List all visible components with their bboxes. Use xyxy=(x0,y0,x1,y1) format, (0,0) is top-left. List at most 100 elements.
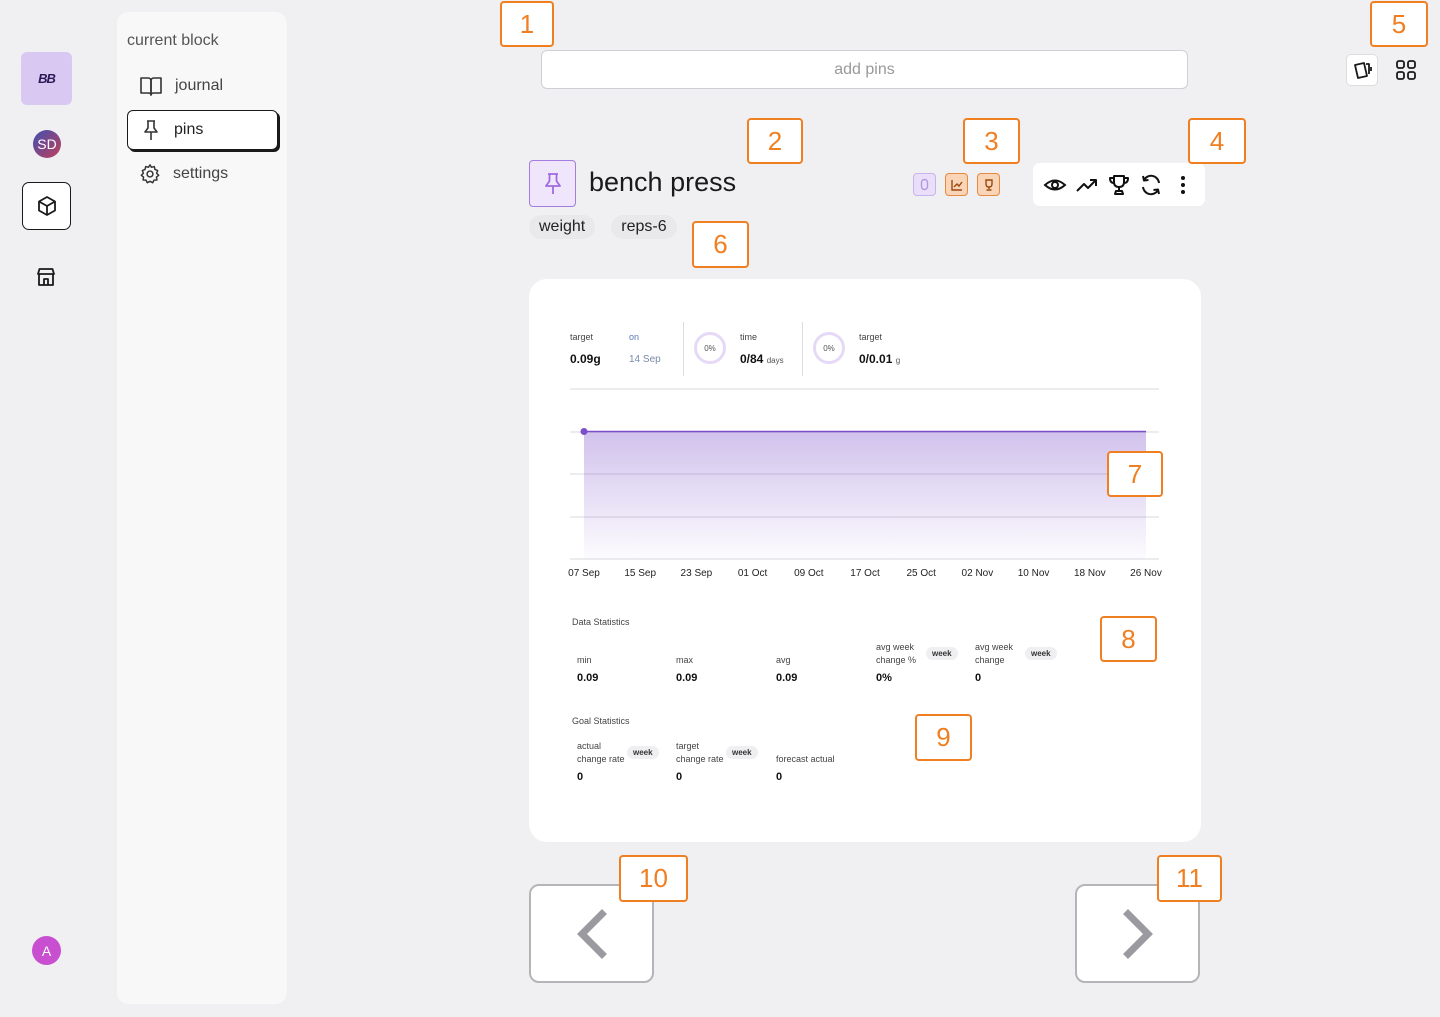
week-badge[interactable]: week xyxy=(926,647,958,660)
pin-tags: weight reps-6 xyxy=(529,215,677,239)
x-tick-label: 25 Oct xyxy=(906,568,936,579)
tag-chip[interactable]: reps-6 xyxy=(611,215,677,239)
annotation-marker: 9 xyxy=(915,714,972,761)
pin-card: target 0.09g on 14 Sep 0% time 0/84 days… xyxy=(529,279,1201,842)
target-change-rate-value: 0 xyxy=(676,771,683,783)
label-line: change % xyxy=(876,655,917,665)
sidebar-item-label: pins xyxy=(174,121,204,138)
avg-week-change-percent-label: avg week change % xyxy=(876,641,916,667)
label-line: change rate xyxy=(577,754,625,764)
annotation-marker: 7 xyxy=(1107,451,1163,497)
add-pins-input[interactable]: add pins xyxy=(541,50,1188,89)
x-tick-label: 23 Sep xyxy=(681,568,713,579)
annotation-marker: 6 xyxy=(692,221,749,268)
x-tick-label: 02 Nov xyxy=(962,568,994,579)
chart-badge-icon xyxy=(950,179,963,191)
week-badge[interactable]: week xyxy=(726,746,758,759)
annotation-marker: 2 xyxy=(747,118,803,164)
label-line: target xyxy=(676,741,700,751)
trend-icon[interactable] xyxy=(1075,173,1099,197)
max-value: 0.09 xyxy=(676,672,698,684)
avg-week-change-percent-value: 0% xyxy=(876,672,892,684)
series-area xyxy=(584,431,1146,559)
data-statistics-title: Data Statistics xyxy=(572,617,630,627)
eye-icon[interactable] xyxy=(1043,173,1067,197)
x-tick-label: 18 Nov xyxy=(1074,568,1106,579)
trophy-icon[interactable] xyxy=(1107,173,1131,197)
tag-chip[interactable]: weight xyxy=(529,215,596,239)
grid-icon xyxy=(1396,60,1416,80)
label-line: change xyxy=(975,655,1005,665)
card-view-button[interactable] xyxy=(1346,54,1378,86)
left-rail: BB SD A xyxy=(0,0,92,1017)
blocks-button[interactable] xyxy=(22,182,71,230)
label-line: avg week xyxy=(975,642,1014,652)
avg-label: avg xyxy=(776,655,791,665)
chevron-right-icon xyxy=(1122,908,1153,959)
trophy-badge[interactable] xyxy=(977,173,1000,196)
data-point xyxy=(580,428,588,435)
sidebar-item-journal[interactable]: journal xyxy=(127,66,278,106)
max-label: max xyxy=(676,655,694,665)
workspace-avatar[interactable]: SD xyxy=(33,130,61,158)
pin-icon xyxy=(144,120,158,140)
x-tick-label: 17 Oct xyxy=(850,568,880,579)
refresh-icon[interactable] xyxy=(1139,173,1163,197)
pin-title: bench press xyxy=(589,167,737,197)
cards-icon xyxy=(1354,62,1372,79)
avg-week-change-label: avg week change xyxy=(975,641,1013,667)
sidebar-item-label: settings xyxy=(173,165,229,182)
label-line: actual xyxy=(577,741,602,751)
annotation-marker: 4 xyxy=(1188,118,1246,164)
sidebar-item-settings[interactable]: settings xyxy=(127,154,278,194)
target-change-rate-label: target change rate xyxy=(676,740,724,766)
forecast-actual-value: 0 xyxy=(776,771,783,783)
pin-badges xyxy=(913,173,1000,196)
user-avatar[interactable]: A xyxy=(32,936,61,965)
progress-chart: 07 Sep 15 Sep 23 Sep 01 Oct 09 Oct 17 Oct 25 O… xyxy=(568,388,1162,579)
x-tick-label: 10 Nov xyxy=(1018,568,1050,579)
annotation-marker: 3 xyxy=(963,118,1020,164)
annotation-marker: 8 xyxy=(1100,616,1157,662)
avg-value: 0.09 xyxy=(776,672,798,684)
trophy-badge-icon xyxy=(984,178,993,191)
more-icon[interactable] xyxy=(1171,173,1195,197)
sidebar-title: current block xyxy=(127,32,219,49)
ring-badge-icon xyxy=(920,178,929,191)
sidebar: current block journal pins settings xyxy=(117,12,287,1004)
min-label: min xyxy=(577,655,592,665)
annotation-marker: 1 xyxy=(500,1,554,47)
week-badge[interactable]: week xyxy=(627,746,659,759)
chart-badge[interactable] xyxy=(945,173,968,196)
goal-statistics-title: Goal Statistics xyxy=(572,716,630,726)
sidebar-item-label: journal xyxy=(175,77,224,94)
min-value: 0.09 xyxy=(577,672,599,684)
grid-view-button[interactable] xyxy=(1390,54,1422,86)
app-logo[interactable]: BB xyxy=(21,52,72,105)
store-icon xyxy=(37,268,55,286)
annotation-marker: 5 xyxy=(1370,1,1428,47)
x-tick-label: 01 Oct xyxy=(738,568,768,579)
cube-icon xyxy=(37,196,56,216)
forecast-actual-label: forecast actual xyxy=(776,754,835,764)
book-icon xyxy=(140,77,162,96)
pin-actions-toolbar xyxy=(1033,163,1205,206)
x-tick-label: 26 Nov xyxy=(1130,568,1162,579)
store-button[interactable] xyxy=(33,264,59,290)
label-line: change rate xyxy=(676,754,724,764)
sidebar-item-pins[interactable]: pins xyxy=(127,110,278,150)
x-tick-label: 15 Sep xyxy=(624,568,656,579)
annotation-marker: 11 xyxy=(1157,855,1222,902)
avg-week-change-value: 0 xyxy=(975,672,982,684)
actual-change-rate-value: 0 xyxy=(577,771,584,783)
label-line: avg week xyxy=(876,642,915,652)
pin-icon xyxy=(544,172,561,194)
annotation-marker: 10 xyxy=(619,855,688,902)
week-badge[interactable]: week xyxy=(1025,647,1057,660)
ring-badge[interactable] xyxy=(913,173,936,196)
pin-type-button[interactable] xyxy=(529,160,576,207)
chevron-left-icon xyxy=(576,908,607,959)
x-tick-label: 09 Oct xyxy=(794,568,824,579)
actual-change-rate-label: actual change rate xyxy=(577,740,625,766)
gear-icon xyxy=(140,164,160,184)
